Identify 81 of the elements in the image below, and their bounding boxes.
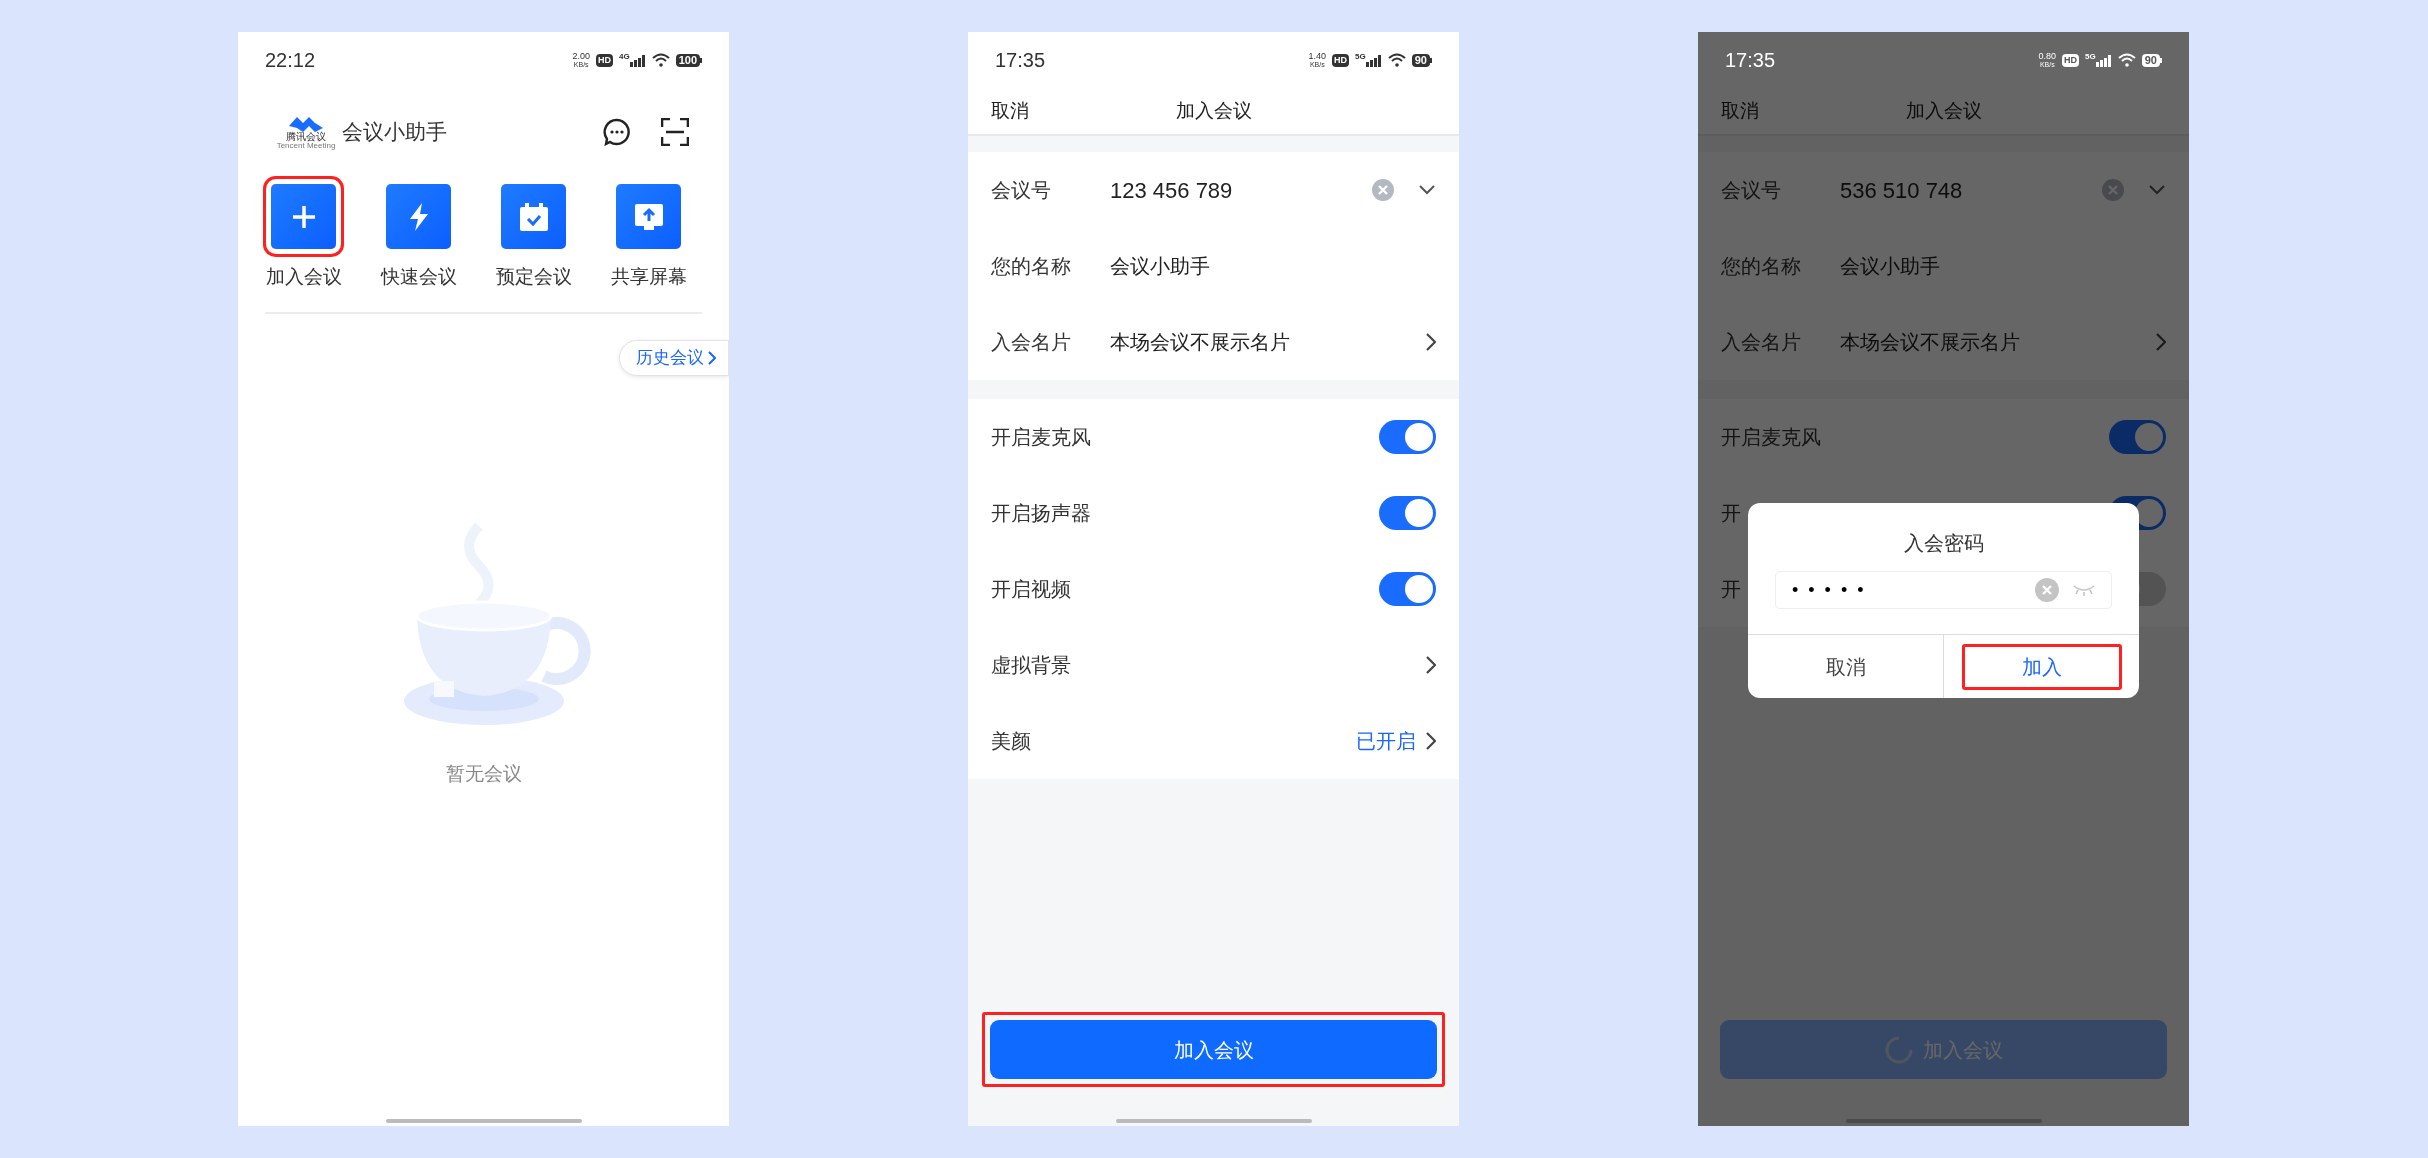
hd-badge: HD: [2062, 53, 2080, 67]
chevron-right-icon: [1426, 333, 1436, 351]
scan-icon[interactable]: [661, 118, 689, 146]
wifi-icon: [651, 53, 670, 67]
status-time: 17:35: [1725, 50, 1776, 70]
field-label: 会议号: [1721, 178, 1782, 203]
action-label: 加入会议: [265, 265, 342, 289]
action-tile[interactable]: [616, 184, 681, 249]
chevron-right-icon: [708, 350, 716, 365]
action-label: 快速会议: [380, 265, 457, 289]
field-label: 入会名片: [991, 330, 1072, 355]
status-time: 17:35: [995, 50, 1046, 70]
hd-badge: HD: [1332, 53, 1350, 67]
action-tile[interactable]: [386, 184, 451, 249]
network-speed: 2.00: [572, 52, 590, 61]
toggle-switch[interactable]: [1379, 420, 1436, 454]
status-time: 22:12: [265, 50, 316, 70]
lightning-icon: [407, 202, 430, 231]
signal-icon: [1365, 55, 1382, 67]
app-title: 会议小助手: [342, 119, 447, 146]
setting-label: 开启麦克风: [1721, 425, 1821, 450]
setting-label: 开启扬声器: [991, 501, 1091, 526]
battery-level: 90: [1411, 53, 1430, 67]
field-label: 您的名称: [991, 254, 1072, 279]
logo-text: 腾讯会议: [286, 132, 326, 142]
calendar-check-icon: [519, 202, 548, 231]
chevron-down-icon[interactable]: [1419, 185, 1435, 195]
password-value: •••••: [1792, 578, 1875, 602]
battery-level: 100: [675, 53, 700, 67]
logo-icon: [289, 114, 323, 132]
signal-icon: [2095, 55, 2112, 67]
field-value[interactable]: 本场会议不展示名片: [1110, 327, 1426, 357]
page-title: 加入会议: [1905, 98, 1982, 123]
chevron-right-icon: [1426, 656, 1436, 674]
dialog-button[interactable]: 加入: [1961, 643, 2122, 690]
signal-icon: [629, 55, 646, 67]
meeting-number[interactable]: 123 456 789: [1110, 173, 1372, 207]
network-type: 5G: [2085, 53, 2096, 61]
field-value[interactable]: 本场会议不展示名片: [1840, 327, 2156, 357]
loading-spinner-icon: [1884, 1035, 1913, 1064]
setting-label: 开: [1721, 501, 1741, 526]
toggle-switch[interactable]: [2109, 420, 2166, 454]
field-label: 入会名片: [1721, 330, 1802, 355]
chevron-right-icon: [1426, 732, 1436, 750]
join-button[interactable]: 加入会议: [990, 1020, 1437, 1079]
network-type: 5G: [1355, 53, 1366, 61]
field-label: 会议号: [991, 178, 1052, 203]
hd-badge: HD: [595, 53, 613, 67]
action-tile[interactable]: [501, 184, 566, 249]
cancel-button[interactable]: 取消: [991, 96, 1029, 126]
dialog-button[interactable]: 取消: [1765, 643, 1926, 690]
setting-label: 开: [1721, 577, 1741, 602]
network-type: 4G: [618, 53, 630, 61]
chat-icon[interactable]: [603, 118, 631, 146]
field-value: 会议小助手: [1840, 254, 1941, 279]
field-value: 会议小助手: [1110, 254, 1211, 279]
battery-level: 90: [2141, 53, 2160, 67]
dialog-title: 入会密码: [1903, 533, 1984, 553]
action-label: 预定会议: [495, 265, 572, 289]
network-speed: 0.80: [2038, 52, 2057, 61]
wifi-icon: [2117, 53, 2136, 67]
toggle-switch[interactable]: [1379, 572, 1436, 606]
field-label: 您的名称: [1721, 254, 1802, 279]
page-title: 加入会议: [1175, 98, 1252, 123]
setting-label: 开启视频: [991, 577, 1071, 602]
logo-subtitle: Tencent Meeting: [276, 142, 336, 150]
setting-label: 虚拟背景: [991, 653, 1071, 678]
cancel-button[interactable]: 取消: [1721, 96, 1759, 126]
action-label: 共享屏幕: [610, 265, 687, 289]
wifi-icon: [1387, 53, 1406, 67]
setting-label: 美颜: [991, 729, 1031, 754]
network-speed: 1.40: [1308, 52, 1327, 61]
plus-icon: [290, 203, 317, 230]
setting-value: 已开启: [1356, 729, 1416, 754]
chevron-right-icon: [2156, 333, 2166, 351]
toggle-switch[interactable]: [1379, 496, 1436, 530]
screen-share-icon: [634, 203, 663, 230]
meeting-number[interactable]: 536 510 748: [1840, 173, 2102, 207]
setting-label: 开启麦克风: [991, 425, 1091, 450]
history-button[interactable]: 历史会议: [619, 339, 729, 376]
empty-state-text: 暂无会议: [445, 761, 522, 786]
